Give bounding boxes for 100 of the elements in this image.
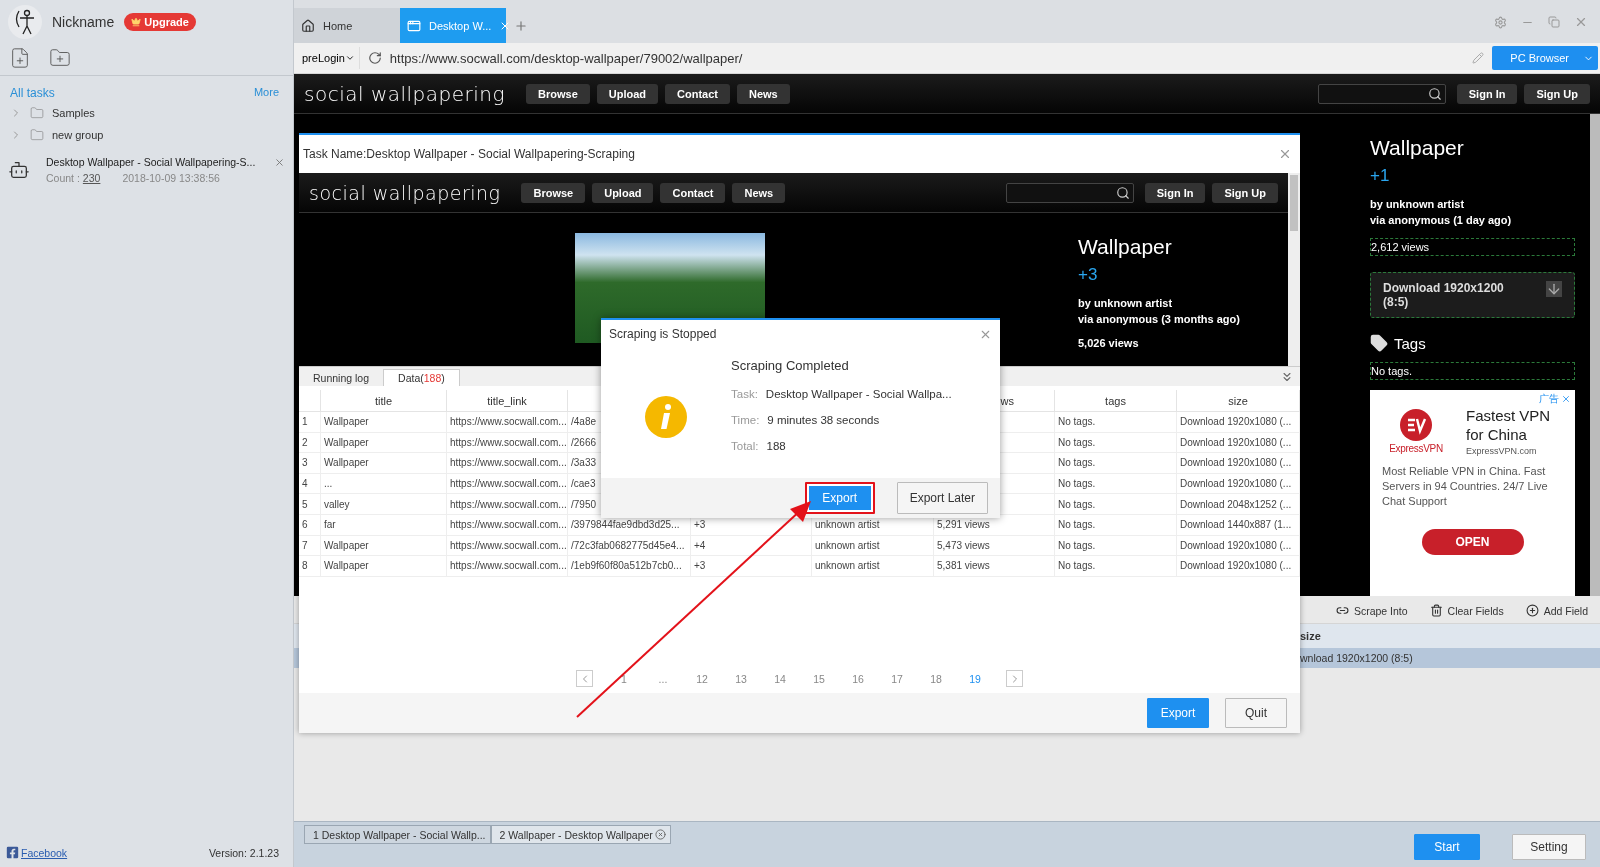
table-cell: Download 1920x1080 (... (1177, 535, 1300, 557)
table-cell: https://www.socwall.com... (447, 494, 568, 515)
folder-icon (30, 128, 44, 142)
search-field[interactable] (1317, 83, 1446, 104)
account-button[interactable]: Sign Up (1524, 83, 1590, 104)
url-field[interactable]: https://www.socwall.com/desktop-wallpaper/79002/wallpaper/ (389, 50, 1465, 66)
search-icon (1427, 86, 1442, 101)
page-link[interactable]: 15 (811, 672, 827, 685)
close-icon[interactable] (654, 829, 666, 840)
table-cell: Wallpaper (321, 453, 447, 474)
open-button[interactable]: OPEN (1421, 529, 1524, 555)
upgrade-badge[interactable]: Upgrade (124, 12, 196, 31)
site-logo[interactable]: social wallpapering (304, 81, 505, 106)
settings-icon[interactable] (1494, 15, 1507, 29)
table-cell: No tags. (1055, 556, 1177, 577)
page-link[interactable]: ... (655, 672, 671, 685)
account-button[interactable]: Sign Up (1212, 182, 1278, 203)
field-value: 188 (766, 439, 786, 454)
page-link[interactable]: 19 (967, 672, 983, 685)
account-button[interactable]: Sign In (1144, 182, 1206, 203)
folder-item[interactable]: new group (0, 124, 293, 146)
new-folder-icon[interactable] (49, 47, 71, 69)
wallpaper-title: Wallpaper (1370, 136, 1465, 160)
link-icon (1335, 604, 1349, 617)
action-button[interactable]: Setting (1512, 834, 1586, 860)
table-cell: Download 1920x1080 (... (1177, 556, 1300, 577)
link-label: Facebook (21, 846, 68, 859)
close-icon[interactable] (1574, 15, 1588, 29)
table-cell: far (321, 514, 447, 536)
badge-label: Upgrade (144, 15, 189, 28)
nav-button[interactable]: Contact (660, 182, 726, 203)
restore-icon[interactable] (1548, 16, 1560, 28)
page-link[interactable]: 16 (850, 672, 866, 685)
page-link[interactable]: 1 (616, 672, 632, 685)
toolbar-action[interactable]: Scrape Into (1335, 604, 1408, 617)
page-link[interactable]: 17 (889, 672, 905, 685)
page-link[interactable]: 12 (694, 672, 710, 685)
previous-page-button[interactable] (576, 670, 593, 687)
next-page-button[interactable] (1006, 670, 1023, 687)
version-text: Version: 2.1.23 (208, 846, 279, 859)
artist-text: by unknown artist (1370, 197, 1466, 212)
login-dropdown[interactable]: preLogin (298, 47, 360, 69)
table-cell: Wallpaper (321, 432, 447, 454)
nav-button[interactable]: Upload (596, 83, 659, 104)
table-cell: No tags. (1055, 453, 1177, 474)
dialog-button[interactable]: Export Later (896, 482, 988, 514)
dialog-title: Task Name:Desktop Wallpaper - Social Wallpapering-Scraping (303, 147, 635, 161)
folder-item[interactable]: Samples (0, 102, 293, 124)
close-icon[interactable] (1278, 147, 1292, 161)
close-icon[interactable] (1561, 394, 1571, 404)
page-link[interactable]: 14 (772, 672, 788, 685)
data-tab[interactable]: Data(188) (383, 369, 460, 386)
nav-button[interactable]: Browse (526, 83, 590, 104)
table-cell: https://www.socwall.com... (447, 514, 568, 536)
search-field[interactable] (1005, 182, 1134, 203)
toolbar-action[interactable]: Clear Fields (1429, 604, 1504, 617)
home-icon (301, 18, 315, 33)
table-cell: Download 1920x1080 (... (1177, 453, 1300, 474)
tab-label: Desktop W... (429, 19, 492, 32)
field-label: Task: (731, 387, 758, 402)
task-count: Count : 230 (46, 172, 101, 184)
task-title[interactable]: Desktop Wallpaper - Social Wallpapering-S... (46, 156, 256, 168)
nav-button[interactable]: Contact (665, 83, 730, 104)
close-icon[interactable] (274, 156, 285, 168)
nav-button[interactable]: News (737, 83, 790, 104)
facebook-link[interactable]: Facebook (6, 846, 68, 859)
browser-tab[interactable]: Home (294, 8, 400, 43)
table-cell: +4 (691, 535, 812, 557)
nav-button[interactable]: Upload (592, 182, 654, 203)
nav-button[interactable]: News (732, 182, 786, 203)
site-logo[interactable]: social wallpapering (309, 181, 501, 204)
new-tab-icon[interactable] (514, 19, 528, 33)
data-tab[interactable]: Running log (299, 370, 384, 386)
table-cell: 5,473 views (934, 535, 1055, 557)
dialog-button[interactable]: Quit (1225, 698, 1287, 728)
table-cell: No tags. (1055, 514, 1177, 536)
tab-label: Home (323, 19, 353, 32)
table-cell: 5,381 views (934, 556, 1055, 577)
tags-title: Tags (1394, 334, 1426, 352)
crown-icon (131, 16, 142, 27)
page-link[interactable]: 18 (928, 672, 944, 685)
table-cell: Download 1920x1080 (... (1177, 432, 1300, 454)
field-value: 9 minutes 38 seconds (767, 413, 880, 428)
toolbar-action[interactable]: Add Field (1525, 604, 1588, 617)
task-tab[interactable]: 2 Wallpaper - Desktop Wallpaper (490, 825, 671, 844)
download-button[interactable]: Download 1920x1200 (8:5) (1370, 272, 1575, 318)
nav-button[interactable]: Browse (521, 182, 586, 203)
page-link[interactable]: 13 (733, 672, 749, 685)
new-file-icon[interactable] (9, 47, 31, 69)
row-number: 7 (299, 535, 321, 557)
account-button[interactable]: Sign In (1456, 83, 1518, 104)
views-text: 2,612 views (1370, 238, 1575, 256)
column-header: size (1177, 390, 1300, 412)
refresh-icon[interactable] (367, 51, 382, 65)
caret-icon (344, 53, 355, 63)
field-label: Total: (731, 439, 759, 454)
table-cell: https://www.socwall.com... (447, 412, 568, 433)
pencil-icon[interactable] (1472, 52, 1485, 64)
score-text: +3 (1078, 265, 1099, 285)
task-tab[interactable]: 1 Desktop Wallpaper - Social Wallp... (304, 825, 491, 844)
